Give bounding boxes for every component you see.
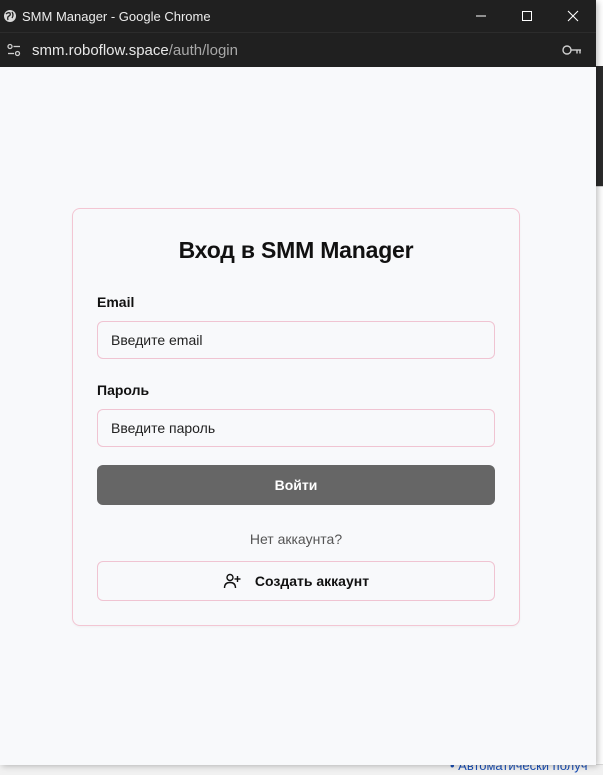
title-bar[interactable]: SMM Manager - Google Chrome [0, 0, 596, 32]
globe-icon [2, 8, 18, 24]
page-title: Вход в SMM Manager [178, 237, 414, 263]
minimize-button[interactable] [458, 0, 504, 32]
tune-icon[interactable] [5, 41, 23, 59]
create-account-label: Создать аккаунт [254, 573, 370, 589]
address-bar[interactable]: smm.roboflow.space/auth/login [0, 32, 596, 67]
page-content: Вход в SMM Manager Email Введите email П… [0, 67, 596, 765]
url-text[interactable]: smm.roboflow.space/auth/login [32, 42, 238, 59]
close-icon [567, 10, 579, 22]
password-placeholder: Введите пароль [111, 420, 216, 436]
browser-popup-window: SMM Manager - Google Chrome smm.roboflow… [0, 0, 596, 765]
login-card: Вход в SMM Manager Email Введите email П… [72, 208, 520, 626]
email-placeholder: Введите email [111, 332, 203, 348]
user-plus-icon [223, 572, 241, 590]
background-toolbar [596, 66, 603, 186]
login-button[interactable]: Войти [97, 465, 495, 505]
email-label: Email [97, 294, 135, 310]
no-account-text: Нет аккаунта? [249, 531, 343, 547]
create-account-button[interactable]: Создать аккаунт [97, 561, 495, 601]
window-controls [458, 0, 596, 32]
maximize-icon [522, 11, 532, 21]
password-label: Пароль [97, 382, 150, 398]
url-host: smm.roboflow.space [32, 41, 169, 59]
close-button[interactable] [550, 0, 596, 32]
window-title: SMM Manager - Google Chrome [22, 8, 211, 24]
minimize-icon [476, 15, 486, 17]
email-field[interactable]: Введите email [97, 321, 495, 359]
password-field[interactable]: Введите пароль [97, 409, 495, 447]
url-path: /auth/login [168, 41, 238, 59]
background-divider [596, 186, 603, 187]
maximize-button[interactable] [504, 0, 550, 32]
key-icon[interactable] [562, 41, 582, 59]
